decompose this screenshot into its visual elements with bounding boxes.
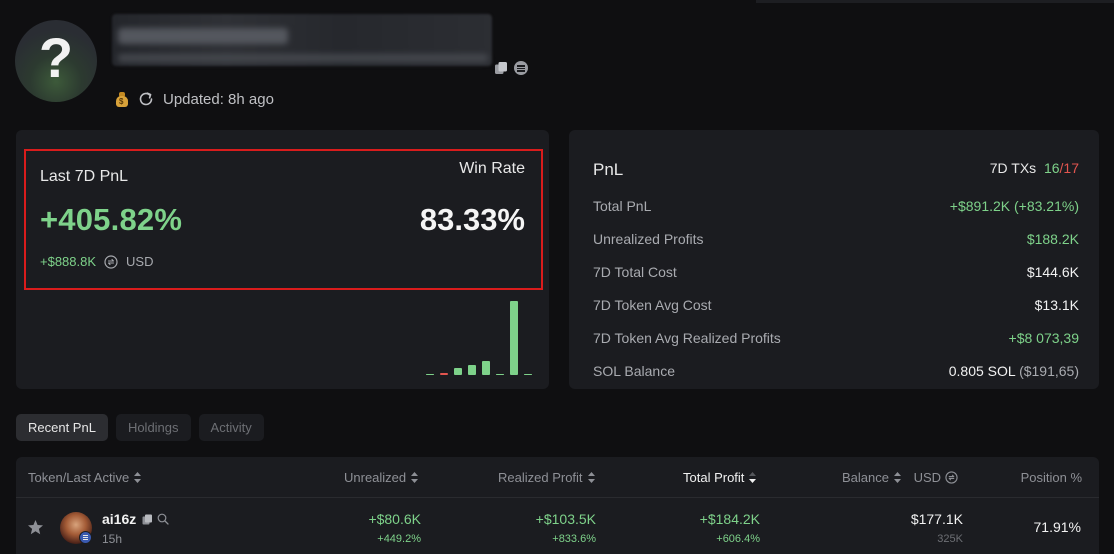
- stat-row-sol-balance: SOL Balance 0.805 SOL ($191,65): [593, 361, 1079, 381]
- pnl-usd-amount: +$888.8K: [40, 254, 97, 269]
- stat-row-unrealized: Unrealized Profits $188.2K: [593, 229, 1079, 249]
- stat-label: 7D Total Cost: [593, 264, 677, 280]
- stat-row-total-pnl: Total PnL +$891.2K (+83.21%): [593, 196, 1079, 216]
- pnl-usd-row: +$888.8K USD: [40, 254, 153, 269]
- th-balance-label: Balance: [842, 470, 889, 485]
- profile-avatar: ?: [15, 20, 97, 102]
- tx-total-count: 17: [1063, 160, 1079, 176]
- th-usd-label: USD: [913, 470, 942, 485]
- blurred-wallet-name: [112, 14, 492, 66]
- sol-usd-value: ($191,65): [1019, 363, 1079, 379]
- tab-holdings[interactable]: Holdings: [115, 414, 191, 441]
- realized-value: +$103.5K: [535, 511, 596, 527]
- daily-pnl-bar-chart: [426, 295, 536, 375]
- th-usd-toggle[interactable]: USD: [906, 470, 958, 485]
- th-realized-label: Realized Profit: [498, 470, 583, 485]
- stat-value: +$891.2K (+83.21%): [949, 198, 1079, 214]
- th-token[interactable]: Token/Last Active: [28, 470, 142, 485]
- th-unrealized-label: Unrealized: [344, 470, 407, 485]
- refresh-icon[interactable]: [137, 90, 155, 108]
- stat-value: $144.6K: [1026, 264, 1079, 280]
- tab-activity[interactable]: Activity: [198, 414, 264, 441]
- th-unrealized[interactable]: Unrealized: [344, 470, 419, 485]
- unrealized-value: +$80.6K: [368, 511, 421, 527]
- pnl-bar: [426, 373, 434, 375]
- currency-swap-icon: [945, 471, 958, 484]
- tx-count: 7D TXs 16/17: [990, 160, 1079, 176]
- copy-icon[interactable]: [142, 514, 153, 525]
- stat-label: Unrealized Profits: [593, 231, 704, 247]
- stat-value: 0.805 SOL ($191,65): [949, 363, 1079, 379]
- pnl-summary-card: Last 7D PnL Win Rate +405.82% 83.33% +$8…: [16, 130, 549, 389]
- pnl-highlight-box: Last 7D PnL Win Rate +405.82% 83.33% +$8…: [24, 149, 543, 290]
- solana-badge-icon: [79, 531, 92, 544]
- stat-label: SOL Balance: [593, 363, 675, 379]
- unrealized-percent: +449.2%: [377, 533, 421, 545]
- position-percent: 71.91%: [1033, 519, 1081, 535]
- currency-swap-icon[interactable]: [104, 254, 118, 269]
- pnl-title: PnL: [593, 160, 624, 179]
- pnl-bar: [440, 372, 448, 375]
- table-header: Token/Last Active Unrealized Realized Pr…: [16, 457, 1099, 498]
- total-profit-percent: +606.4%: [716, 533, 760, 545]
- stat-value: +$8 073,39: [1008, 330, 1079, 346]
- currency-label[interactable]: USD: [126, 254, 153, 269]
- th-total-profit[interactable]: Total Profit: [683, 470, 757, 485]
- updated-text: Updated: 8h ago: [163, 90, 274, 108]
- stat-value: $13.1K: [1034, 297, 1079, 313]
- win-rate-label: Win Rate: [459, 160, 525, 177]
- sort-desc-icon: [749, 472, 757, 483]
- th-realized-profit[interactable]: Realized Profit: [498, 470, 595, 485]
- copy-icon[interactable]: [494, 61, 508, 75]
- balance-quantity: 325K: [937, 533, 963, 545]
- star-icon[interactable]: [27, 519, 44, 536]
- sol-amount: 0.805 SOL: [948, 363, 1016, 379]
- th-balance[interactable]: Balance USD: [842, 470, 958, 485]
- pnl-bar: [482, 360, 490, 375]
- tx-win-count: 16: [1043, 160, 1060, 176]
- question-mark-icon: ?: [38, 26, 74, 89]
- sort-icon: [893, 472, 901, 483]
- money-bag-icon: $: [115, 91, 129, 107]
- sort-icon: [411, 472, 419, 483]
- pnl-percent: +405.82%: [40, 202, 183, 237]
- pnl-bar: [510, 301, 518, 375]
- search-icon[interactable]: [157, 513, 169, 525]
- menu-icon[interactable]: [514, 61, 528, 75]
- th-position-label: Position %: [1020, 470, 1082, 485]
- th-position[interactable]: Position %: [1021, 470, 1082, 485]
- pnl-bar: [468, 364, 476, 375]
- last-active-time: 15h: [102, 532, 123, 546]
- stat-label: 7D Token Avg Realized Profits: [593, 330, 781, 346]
- stat-label: 7D Token Avg Cost: [593, 297, 712, 313]
- stat-row-avg-realized: 7D Token Avg Realized Profits +$8 073,39: [593, 328, 1079, 348]
- stat-value: $188.2K: [1026, 231, 1079, 247]
- updated-row: $ Updated: 8h ago: [115, 89, 274, 109]
- token-name[interactable]: ai16z: [102, 511, 136, 527]
- th-total-label: Total Profit: [683, 470, 745, 485]
- stat-row-avg-cost: 7D Token Avg Cost $13.1K: [593, 295, 1079, 315]
- pnl-bar: [454, 368, 462, 375]
- pnl-bar: [524, 373, 532, 375]
- last-7d-pnl-label: Last 7D PnL: [40, 168, 129, 185]
- realized-percent: +833.6%: [552, 533, 596, 545]
- pnl-table: Token/Last Active Unrealized Realized Pr…: [16, 457, 1099, 554]
- th-token-label: Token/Last Active: [28, 470, 130, 485]
- balance-value: $177.1K: [910, 511, 963, 527]
- tab-recent-pnl[interactable]: Recent PnL: [16, 414, 108, 441]
- stat-row-total-cost: 7D Total Cost $144.6K: [593, 262, 1079, 282]
- total-profit-value: +$184.2K: [699, 511, 760, 527]
- tx-label: 7D TXs: [989, 160, 1037, 176]
- tab-bar: Recent PnL Holdings Activity: [16, 414, 264, 441]
- top-strip: [756, 0, 1114, 3]
- pnl-stats-card: PnL 7D TXs 16/17 Total PnL +$891.2K (+83…: [569, 130, 1099, 389]
- win-rate-value: 83.33%: [419, 202, 525, 237]
- sort-icon: [587, 472, 595, 483]
- stat-label: Total PnL: [593, 198, 652, 214]
- sort-icon: [134, 472, 142, 483]
- table-row[interactable]: ai16z 15h +$80.6K +449.2% +$103.5K +833.…: [16, 499, 1099, 554]
- pnl-bar: [496, 373, 504, 375]
